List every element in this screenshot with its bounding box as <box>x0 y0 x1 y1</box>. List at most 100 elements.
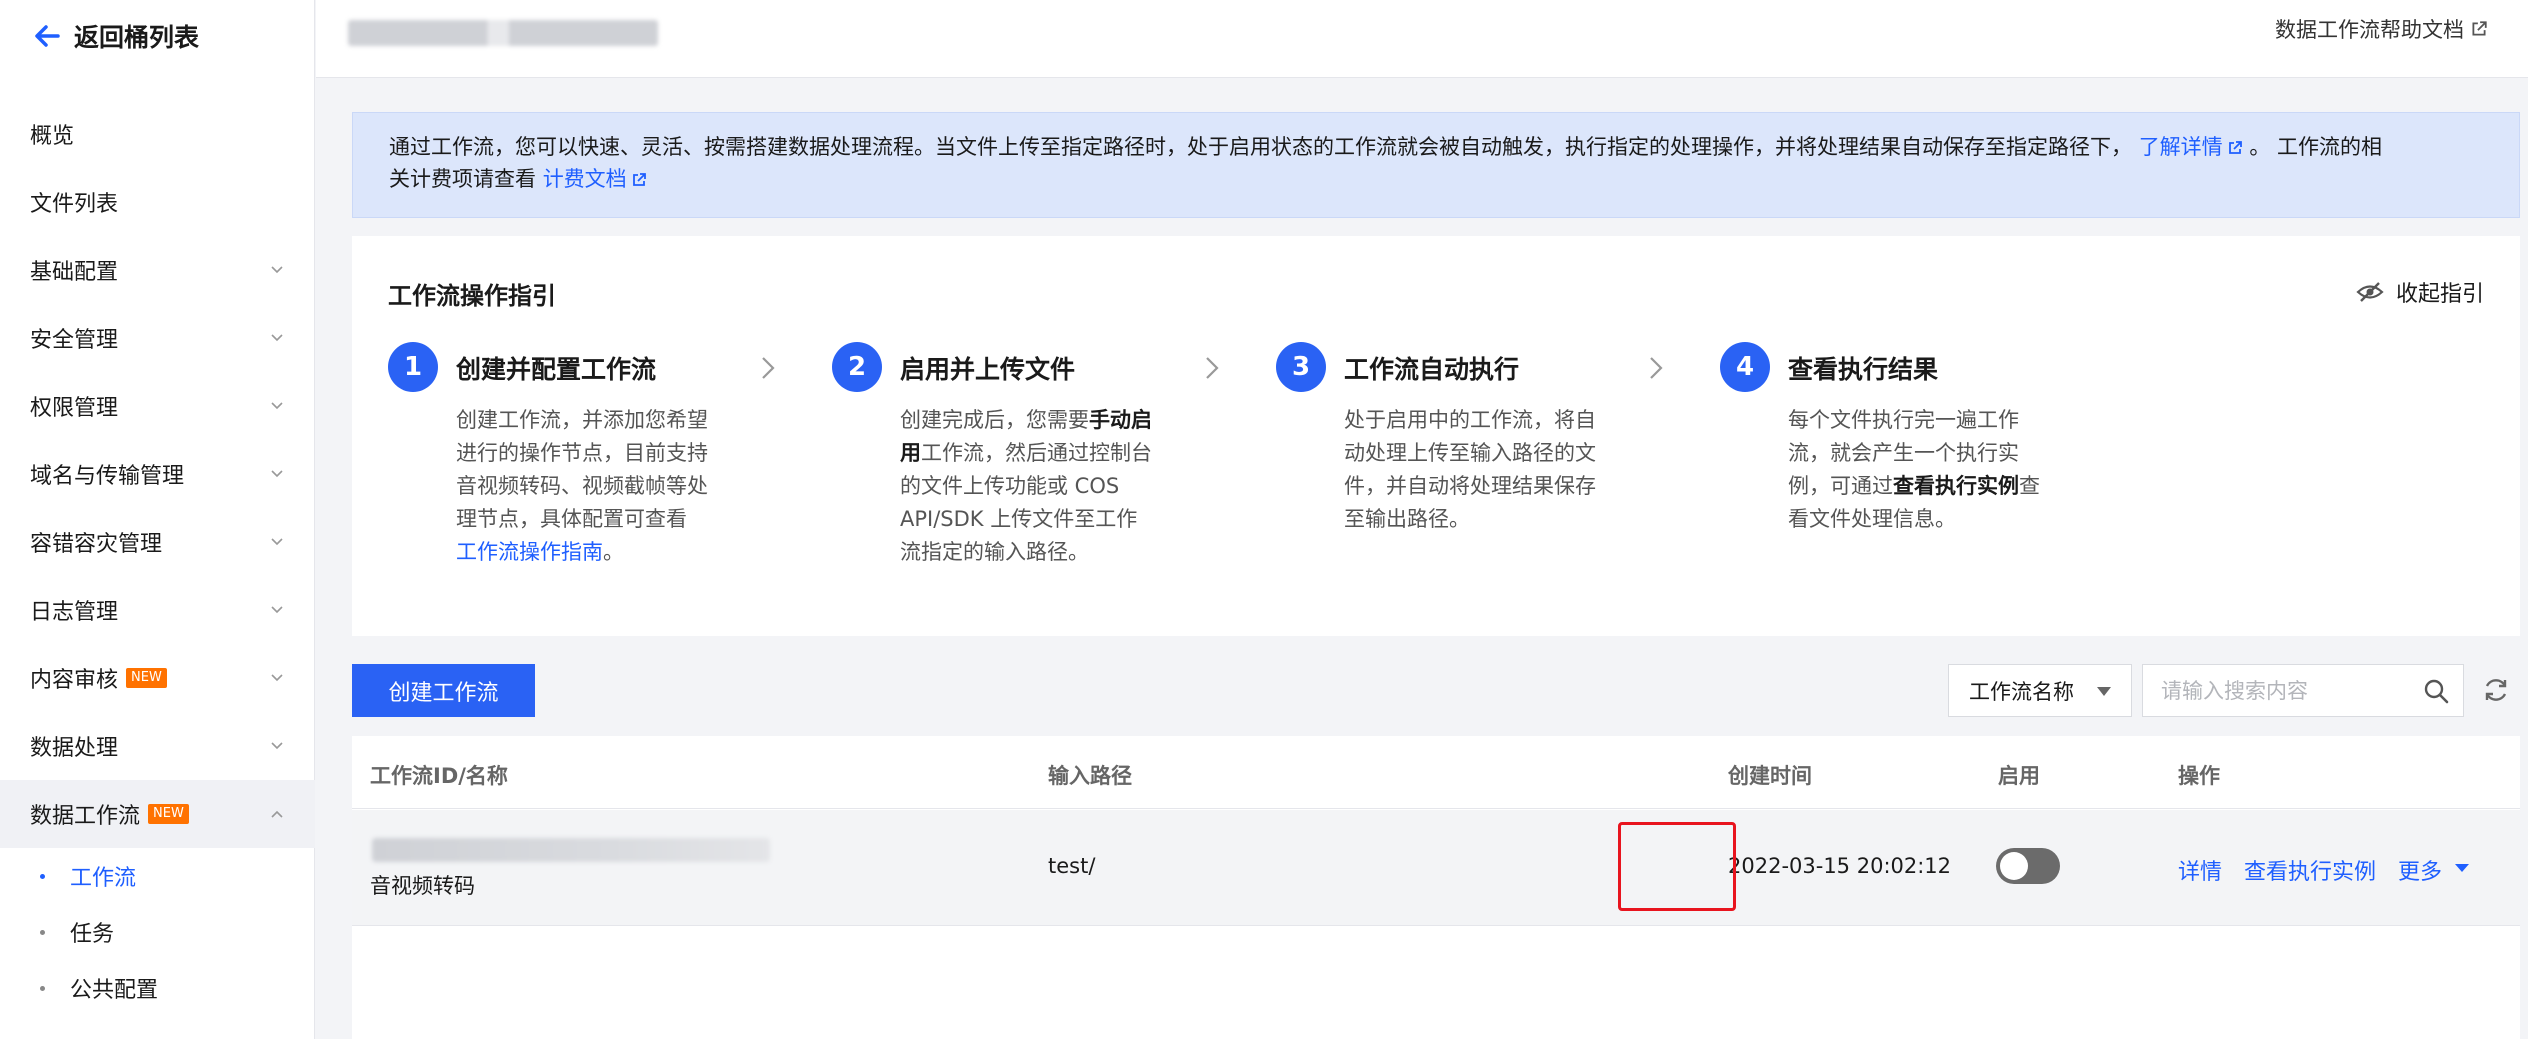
learn-more-link[interactable]: 了解详情 <box>2139 135 2243 159</box>
step-description: 每个文件执行完一遍工作流，就会产生一个执行实例，可通过查看执行实例查看文件处理信… <box>1788 404 2040 536</box>
back-label: 返回桶列表 <box>74 23 200 52</box>
workflow-name: 音视频转码 <box>370 874 475 898</box>
column-header-input-path: 输入路径 <box>1048 764 1132 788</box>
step-description: 创建完成后，您需要手动启用工作流，然后通过控制台的文件上传功能或 COS API… <box>900 404 1152 569</box>
sidebar-subitem-public-config[interactable]: 公共配置 <box>0 960 315 1016</box>
step-number: 1 <box>388 342 438 392</box>
create-workflow-button[interactable]: 创建工作流 <box>352 664 535 717</box>
back-to-bucket-list[interactable]: 返回桶列表 <box>32 16 199 56</box>
chevron-down-icon <box>271 742 283 750</box>
sidebar-item-overview[interactable]: 概览 <box>0 100 315 168</box>
billing-doc-label: 计费文档 <box>542 167 627 191</box>
chevron-right-icon <box>762 357 775 379</box>
sidebar-item-data-workflow[interactable]: 数据工作流 NEW <box>0 780 315 848</box>
chevron-right-icon <box>1206 357 1219 379</box>
search-box <box>2142 664 2464 717</box>
bullet-dot <box>40 986 45 991</box>
workflow-created-time: 2022-03-15 20:02:12 <box>1728 854 1952 878</box>
step-number: 4 <box>1720 342 1770 392</box>
column-header-actions: 操作 <box>2178 764 2220 788</box>
chevron-down-icon <box>271 402 283 410</box>
step-desc-text: 创建完成后，您需要 <box>900 408 1089 432</box>
external-link-icon <box>632 173 646 186</box>
sidebar-item-basic-config[interactable]: 基础配置 <box>0 236 315 304</box>
sidebar-subitem-workflow[interactable]: 工作流 <box>0 848 315 904</box>
sidebar-item-permissions[interactable]: 权限管理 <box>0 372 315 440</box>
sidebar-subitem-label: 工作流 <box>70 866 137 891</box>
sidebar-item-file-list[interactable]: 文件列表 <box>0 168 315 236</box>
sidebar-item-label: 数据工作流 <box>30 804 141 829</box>
banner-text: 关计费项请查看 <box>389 167 536 191</box>
filter-field-value: 工作流名称 <box>1969 679 2074 704</box>
toggle-knob <box>2000 852 2028 880</box>
sidebar-item-label: 文件列表 <box>30 192 119 217</box>
step-number: 3 <box>1276 342 1326 392</box>
column-header-created-time: 创建时间 <box>1728 764 1812 788</box>
view-instances-link[interactable]: 查看执行实例 <box>2244 854 2376 886</box>
external-link-icon <box>2228 141 2242 154</box>
chevron-down-icon <box>271 334 283 342</box>
workflow-guide-card: 工作流操作指引 收起指引 1 创建并配置工作流 创建工作流，并添加您希望进行的操… <box>352 236 2520 636</box>
collapse-guide-label: 收起指引 <box>2395 282 2484 307</box>
step-desc-text: 。 <box>603 540 624 564</box>
guide-title: 工作流操作指引 <box>388 282 556 310</box>
sidebar-subitem-label: 公共配置 <box>70 978 159 1003</box>
more-actions-dropdown[interactable]: 更多 <box>2398 854 2442 886</box>
step-description: 创建工作流，并添加您希望进行的操作节点，目前支持音视频转码、视频截帧等处理节点，… <box>456 404 708 569</box>
workflow-guide-link[interactable]: 工作流操作指南 <box>456 540 603 564</box>
sidebar-item-label: 内容审核 <box>30 668 119 693</box>
external-link-icon <box>2472 21 2487 36</box>
search-input[interactable] <box>2143 665 2413 716</box>
step-title: 工作流自动执行 <box>1344 355 1520 384</box>
billing-doc-link[interactable]: 计费文档 <box>543 167 647 191</box>
new-badge: NEW <box>148 804 189 824</box>
banner-text: 。 工作流的相 <box>2249 135 2383 159</box>
column-header-id-name: 工作流ID/名称 <box>370 764 508 788</box>
sidebar-item-disaster-recovery[interactable]: 容错容灾管理 <box>0 508 315 576</box>
enable-toggle[interactable] <box>1996 848 2060 884</box>
bullet-dot <box>40 930 45 935</box>
sidebar-item-content-moderation[interactable]: 内容审核 NEW <box>0 644 315 712</box>
caret-down-icon <box>2097 687 2111 696</box>
sidebar-item-security[interactable]: 安全管理 <box>0 304 315 372</box>
step-title: 查看执行结果 <box>1788 355 1939 384</box>
collapse-guide-button[interactable]: 收起指引 <box>2356 276 2484 308</box>
chevron-down-icon <box>271 266 283 274</box>
chevron-right-icon <box>1650 357 1663 379</box>
new-badge: NEW <box>126 668 167 688</box>
sidebar-item-label: 容错容灾管理 <box>30 532 163 557</box>
sidebar-item-label: 概览 <box>30 124 75 149</box>
info-banner: 通过工作流，您可以快速、灵活、按需搭建数据处理流程。当文件上传至指定路径时，处于… <box>352 112 2520 218</box>
sidebar-item-data-processing[interactable]: 数据处理 <box>0 712 315 780</box>
sidebar-item-label: 基础配置 <box>30 260 119 285</box>
sidebar-item-domain-transfer[interactable]: 域名与传输管理 <box>0 440 315 508</box>
sidebar-item-label: 域名与传输管理 <box>30 464 185 489</box>
help-doc-link[interactable]: 数据工作流帮助文档 <box>2275 14 2488 44</box>
search-icon[interactable] <box>2423 678 2449 704</box>
chevron-down-icon <box>271 606 283 614</box>
sidebar-nav: 概览 文件列表 基础配置 安全管理 权限管理 域名与传输管理 容错容灾管理 日志… <box>0 100 315 1016</box>
step-number: 2 <box>832 342 882 392</box>
sidebar-subitem-tasks[interactable]: 任务 <box>0 904 315 960</box>
step-desc-text: 处于启用中的工作流，将自动处理上传至输入路径的文件，并自动将处理结果保存至输出路… <box>1344 408 1596 531</box>
step-desc-text: 工作流，然后通过控制台的文件上传功能或 COS API/SDK 上传文件至工作流… <box>900 441 1152 564</box>
bucket-name-redacted <box>348 20 658 46</box>
bullet-dot <box>40 874 45 879</box>
step-title: 启用并上传文件 <box>900 355 1076 384</box>
sidebar: 返回桶列表 概览 文件列表 基础配置 安全管理 权限管理 域名与传输管理 容错容… <box>0 0 315 1039</box>
column-header-enabled: 启用 <box>1998 764 2040 788</box>
sidebar-item-label: 日志管理 <box>30 600 119 625</box>
step-title: 创建并配置工作流 <box>456 355 657 384</box>
caret-down-icon <box>2455 864 2469 872</box>
filter-field-select[interactable]: 工作流名称 <box>1948 664 2132 717</box>
table-header: 工作流ID/名称 输入路径 创建时间 启用 操作 <box>352 736 2520 809</box>
chevron-up-icon <box>271 810 283 818</box>
details-link[interactable]: 详情 <box>2178 854 2222 886</box>
sidebar-item-label: 权限管理 <box>30 396 119 421</box>
banner-text: 通过工作流，您可以快速、灵活、按需搭建数据处理流程。当文件上传至指定路径时，处于… <box>389 135 2132 159</box>
refresh-icon[interactable] <box>2482 676 2510 704</box>
sidebar-item-logs[interactable]: 日志管理 <box>0 576 315 644</box>
workflow-id-redacted <box>372 838 770 862</box>
chevron-down-icon <box>271 674 283 682</box>
sidebar-item-label: 安全管理 <box>30 328 119 353</box>
